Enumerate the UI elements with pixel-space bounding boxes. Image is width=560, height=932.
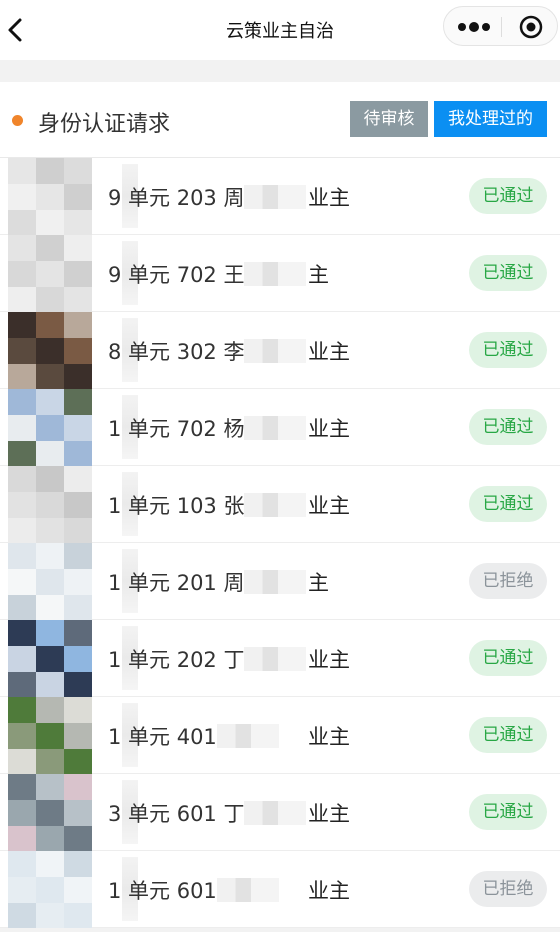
owner-role: 业主 bbox=[308, 648, 350, 672]
applicant-name: 1 单元 201 周 bbox=[108, 567, 307, 597]
avatar bbox=[8, 620, 92, 697]
name-obscured bbox=[216, 878, 279, 902]
applicant-name: 9 单元 702 王 bbox=[108, 259, 307, 289]
more-dots-icon[interactable] bbox=[456, 17, 492, 37]
name-obscured bbox=[244, 570, 307, 594]
request-row[interactable]: 1 单元 103 张 业主 已通过 bbox=[0, 466, 560, 543]
avatar bbox=[8, 543, 92, 620]
mini-program-capsule bbox=[443, 6, 558, 46]
applicant-name-text: 8 单元 302 李 bbox=[108, 340, 245, 364]
status-badge: 已通过 bbox=[469, 640, 547, 676]
request-row[interactable]: 3 单元 601 丁 业主 已通过 bbox=[0, 774, 560, 851]
applicant-name-text: 1 单元 601 bbox=[108, 879, 217, 903]
name-obscured bbox=[244, 647, 307, 671]
request-row[interactable]: 1 单元 202 丁 业主 已通过 bbox=[0, 620, 560, 697]
owner-role: 主 bbox=[308, 263, 329, 287]
capsule-divider bbox=[501, 17, 502, 37]
name-obscured bbox=[244, 493, 307, 517]
status-badge: 已通过 bbox=[469, 178, 547, 214]
request-row[interactable]: 1 单元 401 业主 已通过 bbox=[0, 697, 560, 774]
name-obscured bbox=[216, 724, 279, 748]
avatar bbox=[8, 158, 92, 235]
applicant-name: 8 单元 302 李 bbox=[108, 336, 307, 366]
status-badge: 已通过 bbox=[469, 409, 547, 445]
owner-role: 业主 bbox=[308, 879, 350, 903]
avatar bbox=[8, 774, 92, 851]
applicant-name-text: 1 单元 202 丁 bbox=[108, 648, 245, 672]
status-badge: 已通过 bbox=[469, 255, 547, 291]
name-obscured bbox=[244, 262, 307, 286]
request-row[interactable]: 1 单元 601 业主 已拒绝 bbox=[0, 851, 560, 928]
applicant-name-text: 1 单元 401 bbox=[108, 725, 217, 749]
applicant-name: 1 单元 103 张 bbox=[108, 490, 307, 520]
name-obscured bbox=[244, 339, 307, 363]
applicant-name-text: 9 单元 203 周 bbox=[108, 186, 245, 210]
request-row[interactable]: 9 单元 203 周 业主 已通过 bbox=[0, 158, 560, 235]
orange-dot-icon bbox=[12, 115, 23, 126]
owner-role: 业主 bbox=[308, 186, 350, 210]
applicant-name-text: 3 单元 601 丁 bbox=[108, 802, 245, 826]
status-badge: 已通过 bbox=[469, 486, 547, 522]
applicant-name-text: 1 单元 103 张 bbox=[108, 494, 245, 518]
status-badge: 已通过 bbox=[469, 332, 547, 368]
request-row[interactable]: 9 单元 702 王 主 已通过 bbox=[0, 235, 560, 312]
avatar bbox=[8, 235, 92, 312]
name-obscured bbox=[244, 801, 307, 825]
section-header: 身份认证请求 待审核 我处理过的 bbox=[0, 82, 560, 158]
owner-role: 业主 bbox=[308, 725, 350, 749]
applicant-name-text: 1 单元 201 周 bbox=[108, 571, 245, 595]
filter-processed-button[interactable]: 我处理过的 bbox=[434, 101, 547, 137]
owner-role: 主 bbox=[308, 571, 329, 595]
applicant-name: 3 单元 601 丁 bbox=[108, 798, 307, 828]
target-circle-icon[interactable] bbox=[519, 15, 543, 39]
applicant-name: 1 单元 401 bbox=[108, 721, 279, 751]
avatar bbox=[8, 312, 92, 389]
status-badge: 已通过 bbox=[469, 717, 547, 753]
avatar bbox=[8, 697, 92, 774]
status-badge: 已拒绝 bbox=[469, 871, 547, 907]
status-badge: 已拒绝 bbox=[469, 563, 547, 599]
applicant-name: 1 单元 702 杨 bbox=[108, 413, 307, 443]
owner-role: 业主 bbox=[308, 340, 350, 364]
name-obscured bbox=[244, 416, 307, 440]
applicant-name-text: 1 单元 702 杨 bbox=[108, 417, 245, 441]
request-list: 9 单元 203 周业主 已通过 9 单元 702 王主已通过 8 单元 302 李业… bbox=[0, 158, 560, 928]
avatar bbox=[8, 466, 92, 543]
status-badge: 已通过 bbox=[469, 794, 547, 830]
applicant-name: 1 单元 601 bbox=[108, 875, 279, 905]
filter-pending-button[interactable]: 待审核 bbox=[350, 101, 428, 137]
avatar bbox=[8, 389, 92, 466]
request-row[interactable]: 8 单元 302 李 业主 已通过 bbox=[0, 312, 560, 389]
name-obscured bbox=[244, 185, 307, 209]
owner-role: 业主 bbox=[308, 417, 350, 441]
applicant-name: 9 单元 203 周 bbox=[108, 182, 307, 212]
applicant-name-text: 9 单元 702 王 bbox=[108, 263, 245, 287]
avatar bbox=[8, 851, 92, 928]
owner-role: 业主 bbox=[308, 494, 350, 518]
request-row[interactable]: 1 单元 702 杨 业主 已通过 bbox=[0, 389, 560, 466]
section-gap bbox=[0, 60, 560, 82]
owner-role: 业主 bbox=[308, 802, 350, 826]
section-title: 身份认证请求 bbox=[38, 112, 171, 137]
request-row[interactable]: 1 单元 201 周 主 已拒绝 bbox=[0, 543, 560, 620]
applicant-name: 1 单元 202 丁 bbox=[108, 644, 307, 674]
navbar: 云策业主自治 bbox=[0, 0, 560, 60]
